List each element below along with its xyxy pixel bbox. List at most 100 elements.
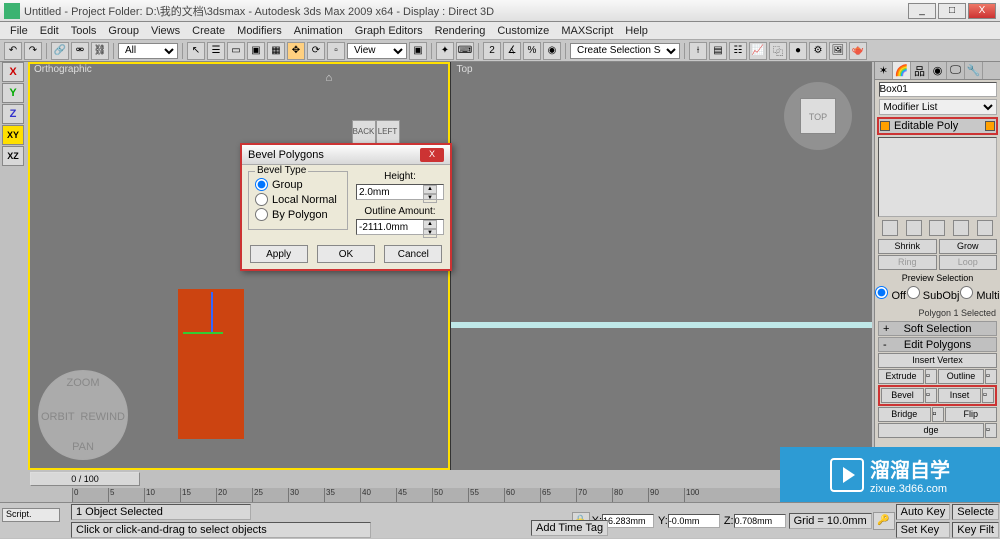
- select-button[interactable]: ↖: [187, 42, 205, 60]
- remove-mod-button[interactable]: [953, 220, 969, 236]
- viewcube-top-face[interactable]: TOP: [800, 98, 836, 134]
- radio-group[interactable]: Group: [255, 178, 341, 191]
- axis-z-button[interactable]: Z: [2, 104, 24, 124]
- outline-settings[interactable]: ▫: [985, 369, 997, 384]
- axis-y-button[interactable]: Y: [2, 83, 24, 103]
- outline-button[interactable]: Outline: [938, 369, 984, 384]
- configure-button[interactable]: [977, 220, 993, 236]
- select-window-button[interactable]: ▣: [247, 42, 265, 60]
- stack-subobj-icon[interactable]: [985, 121, 995, 131]
- time-thumb[interactable]: 0 / 100: [30, 472, 140, 486]
- height-down[interactable]: ▼: [423, 194, 437, 203]
- menu-file[interactable]: File: [4, 25, 34, 37]
- preview-subobj[interactable]: SubObj: [907, 286, 960, 302]
- outline-up[interactable]: ▲: [423, 220, 437, 229]
- ref-coord-dropdown[interactable]: View: [347, 43, 407, 59]
- modifier-stack[interactable]: [878, 137, 997, 217]
- stack-toggle-icon[interactable]: [880, 121, 890, 131]
- bridge-settings[interactable]: ▫: [932, 407, 944, 422]
- mirror-button[interactable]: ⟊: [689, 42, 707, 60]
- add-time-tag[interactable]: Add Time Tag: [531, 520, 608, 536]
- menu-views[interactable]: Views: [145, 25, 186, 37]
- coord-y-input[interactable]: [668, 514, 720, 528]
- outline-down[interactable]: ▼: [423, 229, 437, 238]
- scale-button[interactable]: ▫: [327, 42, 345, 60]
- object-name-input[interactable]: [879, 82, 997, 97]
- cancel-button[interactable]: Cancel: [384, 245, 442, 263]
- menu-animation[interactable]: Animation: [288, 25, 349, 37]
- select-rect-button[interactable]: ▭: [227, 42, 245, 60]
- shrink-button[interactable]: Shrink: [878, 239, 937, 254]
- preview-multi[interactable]: Multi: [960, 286, 999, 302]
- align-button[interactable]: ▤: [709, 42, 727, 60]
- material-button[interactable]: ●: [789, 42, 807, 60]
- transform-gizmo[interactable]: [203, 312, 223, 332]
- menu-grapheditors[interactable]: Graph Editors: [349, 25, 429, 37]
- schematic-button[interactable]: ⿻: [769, 42, 787, 60]
- render-frame-button[interactable]: 🖼: [829, 42, 847, 60]
- show-end-button[interactable]: [906, 220, 922, 236]
- height-spinner[interactable]: ▲▼: [356, 184, 444, 200]
- menu-rendering[interactable]: Rendering: [429, 25, 492, 37]
- maximize-button[interactable]: □: [938, 3, 966, 19]
- axis-xz-button[interactable]: XZ: [2, 146, 24, 166]
- coord-x-input[interactable]: [602, 514, 654, 528]
- render-setup-button[interactable]: ⚙: [809, 42, 827, 60]
- apply-button[interactable]: Apply: [250, 245, 308, 263]
- time-slider[interactable]: 0 / 100: [28, 470, 872, 488]
- keymode-button[interactable]: ⌨: [456, 42, 474, 60]
- bridge-button[interactable]: Bridge: [878, 407, 931, 422]
- undo-button[interactable]: ↶: [4, 42, 22, 60]
- radio-by-polygon[interactable]: By Polygon: [255, 208, 341, 221]
- menu-customize[interactable]: Customize: [491, 25, 555, 37]
- autokey-button[interactable]: Auto Key: [896, 504, 951, 520]
- key-icon[interactable]: 🔑: [873, 512, 895, 530]
- snap-spinner-button[interactable]: ◉: [543, 42, 561, 60]
- tab-motion[interactable]: ◉: [929, 62, 947, 79]
- minimize-button[interactable]: _: [908, 3, 936, 19]
- dialog-titlebar[interactable]: Bevel Polygons X: [242, 145, 450, 165]
- redo-button[interactable]: ↷: [24, 42, 42, 60]
- height-up[interactable]: ▲: [423, 185, 437, 194]
- tab-hierarchy[interactable]: 品: [911, 62, 929, 79]
- ok-button[interactable]: OK: [317, 245, 375, 263]
- flip-button[interactable]: Flip: [945, 407, 998, 422]
- link-button[interactable]: 🔗: [51, 42, 69, 60]
- named-selection-dropdown[interactable]: Create Selection Set: [570, 43, 680, 59]
- outline-input[interactable]: [357, 220, 423, 234]
- selecte-button[interactable]: Selecte: [952, 504, 999, 520]
- hinge-settings[interactable]: ▫: [985, 423, 997, 438]
- keyfilter-button[interactable]: Key Filt: [952, 522, 999, 538]
- pivot-button[interactable]: ▣: [409, 42, 427, 60]
- loop-button[interactable]: Loop: [939, 255, 998, 270]
- menu-help[interactable]: Help: [619, 25, 654, 37]
- inset-button[interactable]: Inset: [938, 388, 981, 403]
- steering-wheel[interactable]: ZOOM ORBIT REWIND PAN: [38, 370, 128, 460]
- snap-angle-button[interactable]: ∡: [503, 42, 521, 60]
- coord-z-input[interactable]: [734, 514, 786, 528]
- grow-button[interactable]: Grow: [939, 239, 998, 254]
- viewport-top[interactable]: Top TOP: [450, 62, 873, 470]
- snap-pct-button[interactable]: %: [523, 42, 541, 60]
- snap-2d-button[interactable]: 2: [483, 42, 501, 60]
- menu-maxscript[interactable]: MAXScript: [555, 25, 619, 37]
- bevel-button[interactable]: Bevel: [881, 388, 924, 403]
- render-button[interactable]: 🫖: [849, 42, 867, 60]
- tab-modify[interactable]: 🌈: [893, 62, 911, 79]
- pin-stack-button[interactable]: [882, 220, 898, 236]
- select-crossing-button[interactable]: ▦: [267, 42, 285, 60]
- axis-x-button[interactable]: X: [2, 62, 24, 82]
- ring-button[interactable]: Ring: [878, 255, 937, 270]
- curve-editor-button[interactable]: 📈: [749, 42, 767, 60]
- tab-utilities[interactable]: 🔧: [965, 62, 983, 79]
- rollout-edit-polygons[interactable]: -Edit Polygons: [878, 337, 997, 352]
- extrude-button[interactable]: Extrude: [878, 369, 924, 384]
- dialog-close-button[interactable]: X: [420, 148, 444, 162]
- tab-create[interactable]: ✶: [875, 62, 893, 79]
- manip-button[interactable]: ✦: [436, 42, 454, 60]
- inset-settings[interactable]: ▫: [982, 388, 994, 403]
- menu-modifiers[interactable]: Modifiers: [231, 25, 288, 37]
- unique-button[interactable]: [929, 220, 945, 236]
- select-name-button[interactable]: ☰: [207, 42, 225, 60]
- outline-spinner[interactable]: ▲▼: [356, 219, 444, 235]
